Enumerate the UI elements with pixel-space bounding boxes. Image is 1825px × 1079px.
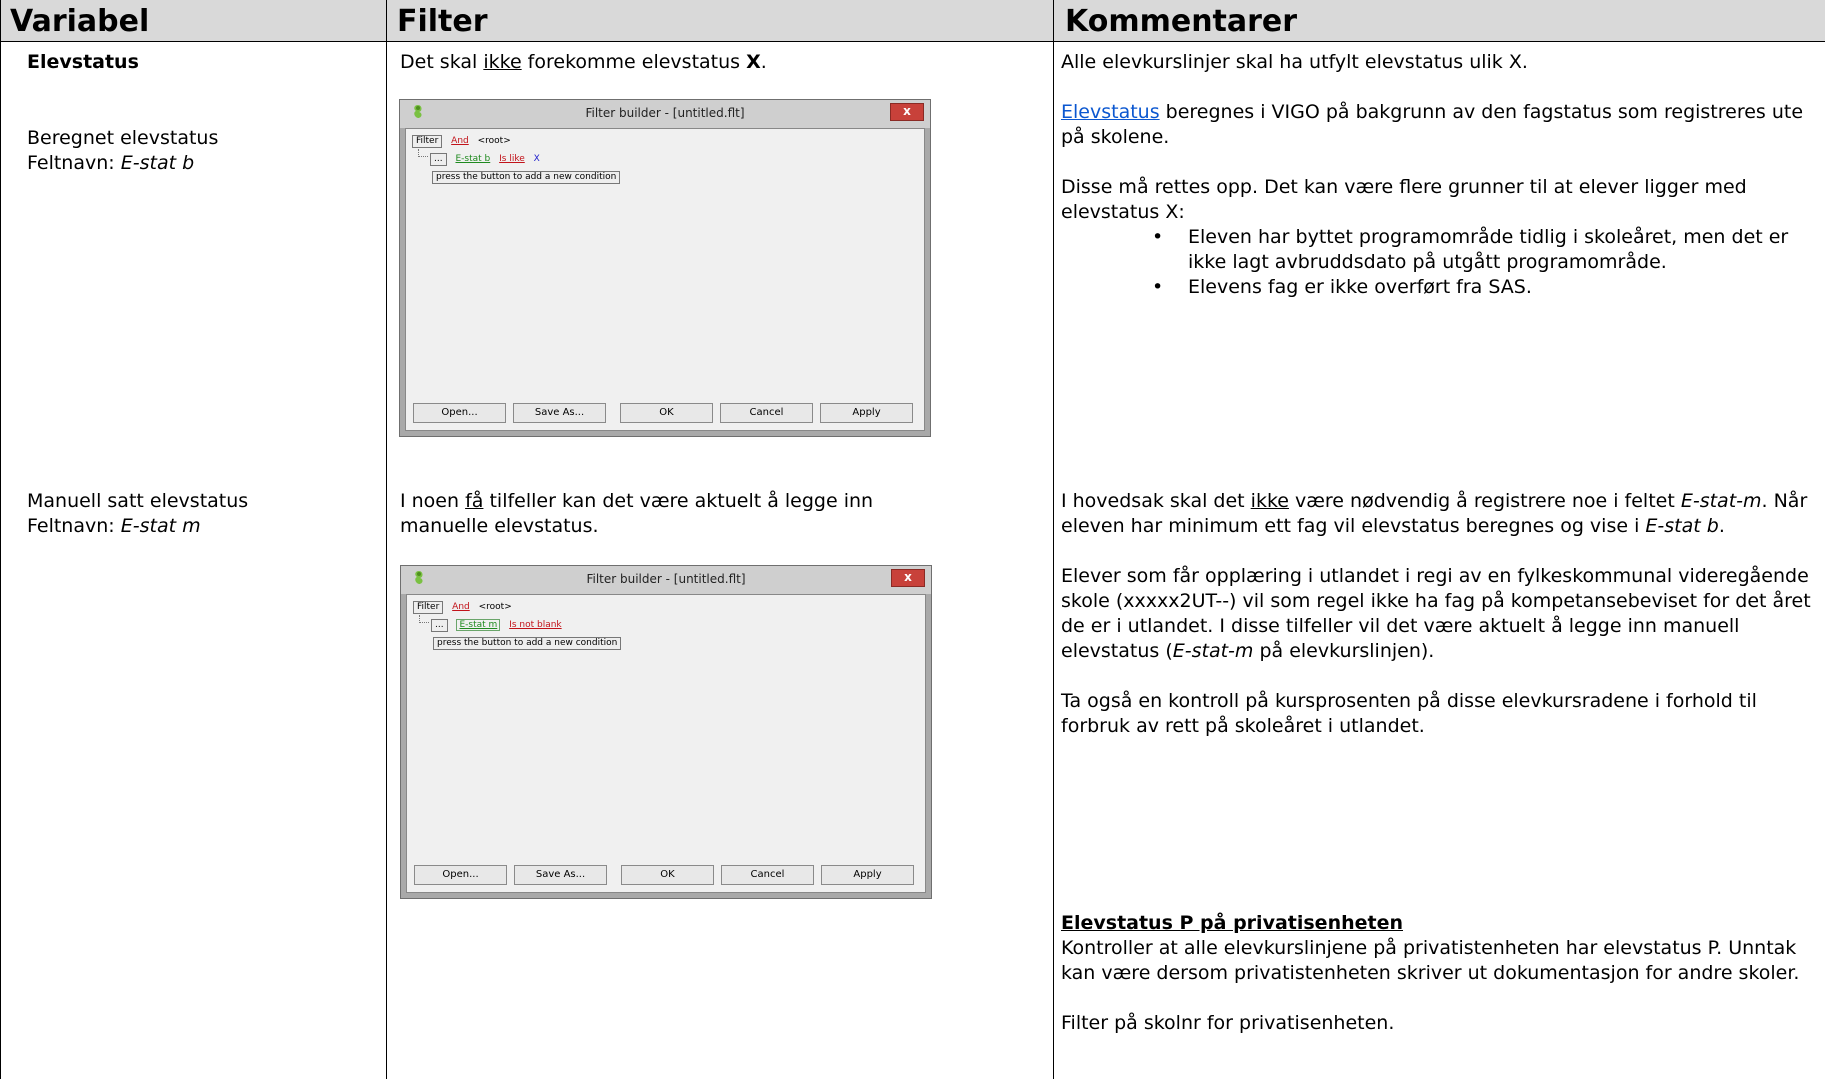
filter-text-underline: ikke [483,51,522,73]
field-name-value: E-stat b [120,152,195,174]
comment-paragraph: Kontroller at alle elevkurslinjene på pr… [1061,937,1800,984]
field-name-prefix: Feltnavn: [27,515,121,537]
apply-button[interactable]: Apply [820,403,913,423]
tree-root-row: Filter And <root> [412,135,511,148]
comment-paragraph: Disse må rettes opp. Det kan være flere … [1061,176,1747,223]
comment-text: være nødvendig å registrere noe i feltet [1288,490,1681,512]
header-filter: Filter [397,4,488,39]
save-as-button[interactable]: Save As... [514,865,607,885]
column-divider-1 [386,0,387,1079]
condition-field[interactable]: E-stat m [456,619,501,631]
comment-paragraph: Ta også en kontroll på kursprosenten på … [1061,690,1757,737]
variabel-label: Beregnet elevstatus [27,127,219,149]
comment-italic: E-stat-m [1680,490,1762,512]
filter-text-part: . [760,51,767,73]
filter-tag[interactable]: Filter [412,135,443,148]
cancel-button[interactable]: Cancel [721,865,814,885]
variabel-cell-elevstatus: Elevstatus [27,50,377,75]
list-item: Elevens fag er ikke overført fra SAS. [1152,275,1821,300]
comment-text: I hovedsak skal det [1061,490,1251,512]
and-operator[interactable]: And [452,602,470,612]
variabel-label: Manuell satt elevstatus [27,490,249,512]
ok-button[interactable]: OK [621,865,714,885]
column-divider-2 [1053,0,1054,1079]
comment-paragraph: I hovedsak skal det ikke være nødvendig … [1061,489,1821,539]
ok-button[interactable]: OK [620,403,713,423]
table-header: Variabel Filter Kommentarer [0,0,1825,42]
filter-text-underline: få [465,490,484,512]
variabel-cell-beregnet: Beregnet elevstatus Feltnavn: E-stat b [27,126,377,176]
dialog-title: Filter builder - [untitled.flt] [585,106,745,120]
filter-text-bold: X [746,51,761,73]
field-name-prefix: Feltnavn: [27,152,121,174]
tree-root-row: Filter And <root> [413,601,512,614]
filter-tag[interactable]: Filter [413,601,444,614]
list-item: Eleven har byttet programområde tidlig i… [1152,225,1821,275]
add-condition-row: press the button to add a new condition [432,171,621,184]
comment-text: beregnes i VIGO på bakgrunn av den fagst… [1061,101,1804,148]
tree-connector [419,615,429,623]
filter-tree-panel[interactable]: Filter And <root> ... E-stat b Is like X… [405,128,925,398]
comment-bullet-list: Eleven har byttet programområde tidlig i… [1152,225,1821,300]
comment-underline: ikke [1250,490,1289,512]
open-button[interactable]: Open... [414,865,507,885]
section-heading: Elevstatus P på privatisenheten [1061,912,1403,934]
and-operator[interactable]: And [451,136,469,146]
dialog-footer: Open... Save As... OK Cancel Apply [405,395,925,431]
dialog-footer: Open... Save As... OK Cancel Apply [406,857,926,893]
add-condition-button[interactable]: press the button to add a new condition [432,171,621,184]
comment-text: . [1718,515,1725,537]
comment-paragraph: Alle elevkurslinjer skal ha utfylt elevs… [1061,51,1528,73]
field-name-value: E-stat m [120,515,201,537]
header-kommentarer: Kommentarer [1065,4,1298,39]
dialog-titlebar[interactable]: Filter builder - [untitled.flt] x [401,566,931,594]
condition-menu-button[interactable]: ... [431,619,448,632]
open-button[interactable]: Open... [413,403,506,423]
variabel-cell-manuell: Manuell satt elevstatus Feltnavn: E-stat… [27,489,377,539]
condition-row: ... E-stat m Is not blank [431,619,562,632]
filter-text-part: Det skal [400,51,484,73]
add-condition-row: press the button to add a new condition [433,637,622,650]
filter-builder-dialog-2[interactable]: Filter builder - [untitled.flt] x Filter… [400,565,932,899]
comment-text: på elevkurslinjen). [1253,640,1435,662]
filter-text-part: I noen [400,490,466,512]
apply-button[interactable]: Apply [821,865,914,885]
comment-cell-2: I hovedsak skal det ikke være nødvendig … [1061,489,1821,739]
filter-builder-dialog[interactable]: Filter builder - [untitled.flt] x Filter… [399,99,931,437]
cancel-button[interactable]: Cancel [720,403,813,423]
close-icon[interactable]: x [890,103,924,121]
dialog-title: Filter builder - [untitled.flt] [586,572,746,586]
filter-tree-panel[interactable]: Filter And <root> ... E-stat m Is not bl… [406,594,926,860]
elevstatus-link[interactable]: Elevstatus [1061,101,1160,123]
root-label: <root> [478,602,512,612]
variabel-title: Elevstatus [27,51,139,73]
root-label: <root> [477,136,511,146]
save-as-button[interactable]: Save As... [513,403,606,423]
comment-cell-1: Alle elevkurslinjer skal ha utfylt elevs… [1061,50,1821,300]
comment-italic: E-stat b [1645,515,1719,537]
filter-text-part: forekomme elevstatus [521,51,747,73]
add-condition-button[interactable]: press the button to add a new condition [433,637,622,650]
comment-paragraph: Filter på skolnr for privatisenheten. [1061,1012,1395,1034]
comment-paragraph: Elevstatus beregnes i VIGO på bakgrunn a… [1061,100,1821,150]
comment-paragraph: Elever som får opplæring i utlandet i re… [1061,564,1821,664]
filter-text-2: I noen få tilfeller kan det være aktuelt… [400,489,960,539]
tree-connector [418,149,428,157]
condition-menu-button[interactable]: ... [430,153,447,166]
header-variabel: Variabel [10,4,150,39]
filter-text-1: Det skal ikke forekomme elevstatus X. [400,50,1040,75]
field-name-line: Feltnavn: E-stat b [27,151,377,176]
comment-cell-3: Elevstatus P på privatisenheten Kontroll… [1061,911,1821,1036]
condition-operator[interactable]: Is like [499,154,525,164]
condition-value[interactable]: X [534,154,540,164]
comment-italic: E-stat-m [1172,640,1254,662]
dialog-titlebar[interactable]: Filter builder - [untitled.flt] x [400,100,930,128]
condition-operator[interactable]: Is not blank [509,620,561,630]
close-icon[interactable]: x [891,569,925,587]
table-border-left [0,0,1,1079]
field-name-line: Feltnavn: E-stat m [27,514,377,539]
condition-field[interactable]: E-stat b [455,154,490,164]
condition-row: ... E-stat b Is like X [430,153,540,166]
